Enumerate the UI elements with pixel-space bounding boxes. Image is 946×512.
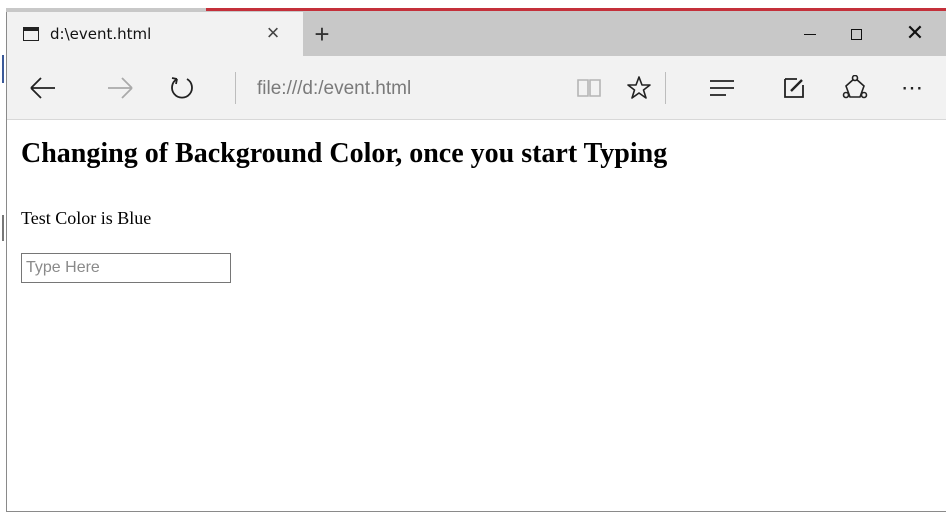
forward-button[interactable]	[98, 66, 142, 110]
minimize-button[interactable]	[787, 12, 833, 56]
arrow-left-icon	[30, 77, 55, 99]
hub-button[interactable]	[700, 66, 744, 110]
star-icon	[627, 76, 651, 99]
reading-view-button[interactable]	[567, 66, 611, 110]
more-button[interactable]: ⋯	[891, 66, 935, 110]
toolbar-divider	[665, 72, 666, 104]
color-status-text: Test Color is Blue	[21, 208, 152, 228]
book-icon	[577, 79, 601, 97]
share-button[interactable]	[833, 66, 877, 110]
minimize-icon	[804, 33, 816, 35]
maximize-icon	[850, 28, 862, 40]
new-tab-button[interactable]: +	[307, 17, 337, 51]
favorites-button[interactable]	[617, 66, 661, 110]
window-top-strip	[6, 8, 946, 12]
tab-title: d:\event.html	[50, 25, 152, 43]
back-button[interactable]	[21, 66, 65, 110]
refresh-icon	[171, 77, 193, 99]
navigation-toolbar: file:///d:/event.html ⋯	[7, 56, 946, 120]
close-tab-icon[interactable]: ×	[259, 18, 287, 48]
tab-bar: d:\event.html × + ✕	[7, 12, 946, 56]
share-icon	[842, 75, 868, 99]
toolbar-divider	[235, 72, 236, 104]
maximize-button[interactable]	[833, 12, 879, 56]
page-icon	[23, 27, 39, 41]
pen-icon	[784, 78, 804, 98]
close-icon: ✕	[905, 21, 925, 46]
page-content: Changing of Background Color, once you s…	[7, 121, 946, 511]
web-note-button[interactable]	[772, 66, 816, 110]
address-bar[interactable]: file:///d:/event.html	[257, 78, 411, 100]
refresh-button[interactable]	[160, 66, 204, 110]
type-here-input[interactable]	[21, 253, 231, 283]
background-window-edge	[2, 55, 4, 83]
page-title: Changing of Background Color, once you s…	[21, 138, 668, 169]
close-window-button[interactable]: ✕	[892, 12, 938, 56]
hub-icon	[710, 80, 734, 96]
arrow-right-icon	[108, 77, 133, 99]
background-window-edge	[2, 215, 4, 241]
tab-event-html[interactable]: d:\event.html ×	[7, 12, 303, 56]
accent-strip	[206, 8, 946, 11]
ellipsis-icon: ⋯	[901, 75, 925, 100]
